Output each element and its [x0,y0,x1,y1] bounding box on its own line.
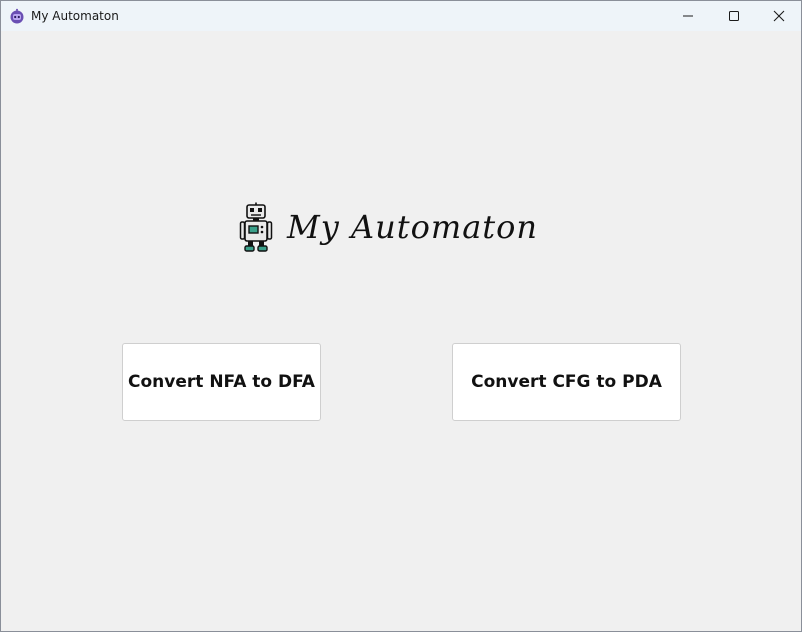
robot-icon [10,8,24,24]
maximize-icon [729,11,739,21]
maximize-button[interactable] [711,1,757,31]
convert-nfa-to-dfa-button[interactable]: Convert NFA to DFA [122,343,321,421]
window-title: My Automaton [31,9,119,23]
main-content: My Automaton Convert NFA to DFA Convert … [1,31,801,631]
close-icon [773,10,785,22]
convert-cfg-to-pda-button[interactable]: Convert CFG to PDA [452,343,681,421]
title-bar[interactable]: My Automaton [1,1,801,31]
minimize-button[interactable] [665,1,711,31]
close-button[interactable] [756,1,801,31]
app-heading: My Automaton [287,208,539,246]
app-window: My Automaton My Automaton Convert NFA to… [0,0,802,632]
robot-icon [239,202,273,252]
minimize-icon [683,15,693,17]
